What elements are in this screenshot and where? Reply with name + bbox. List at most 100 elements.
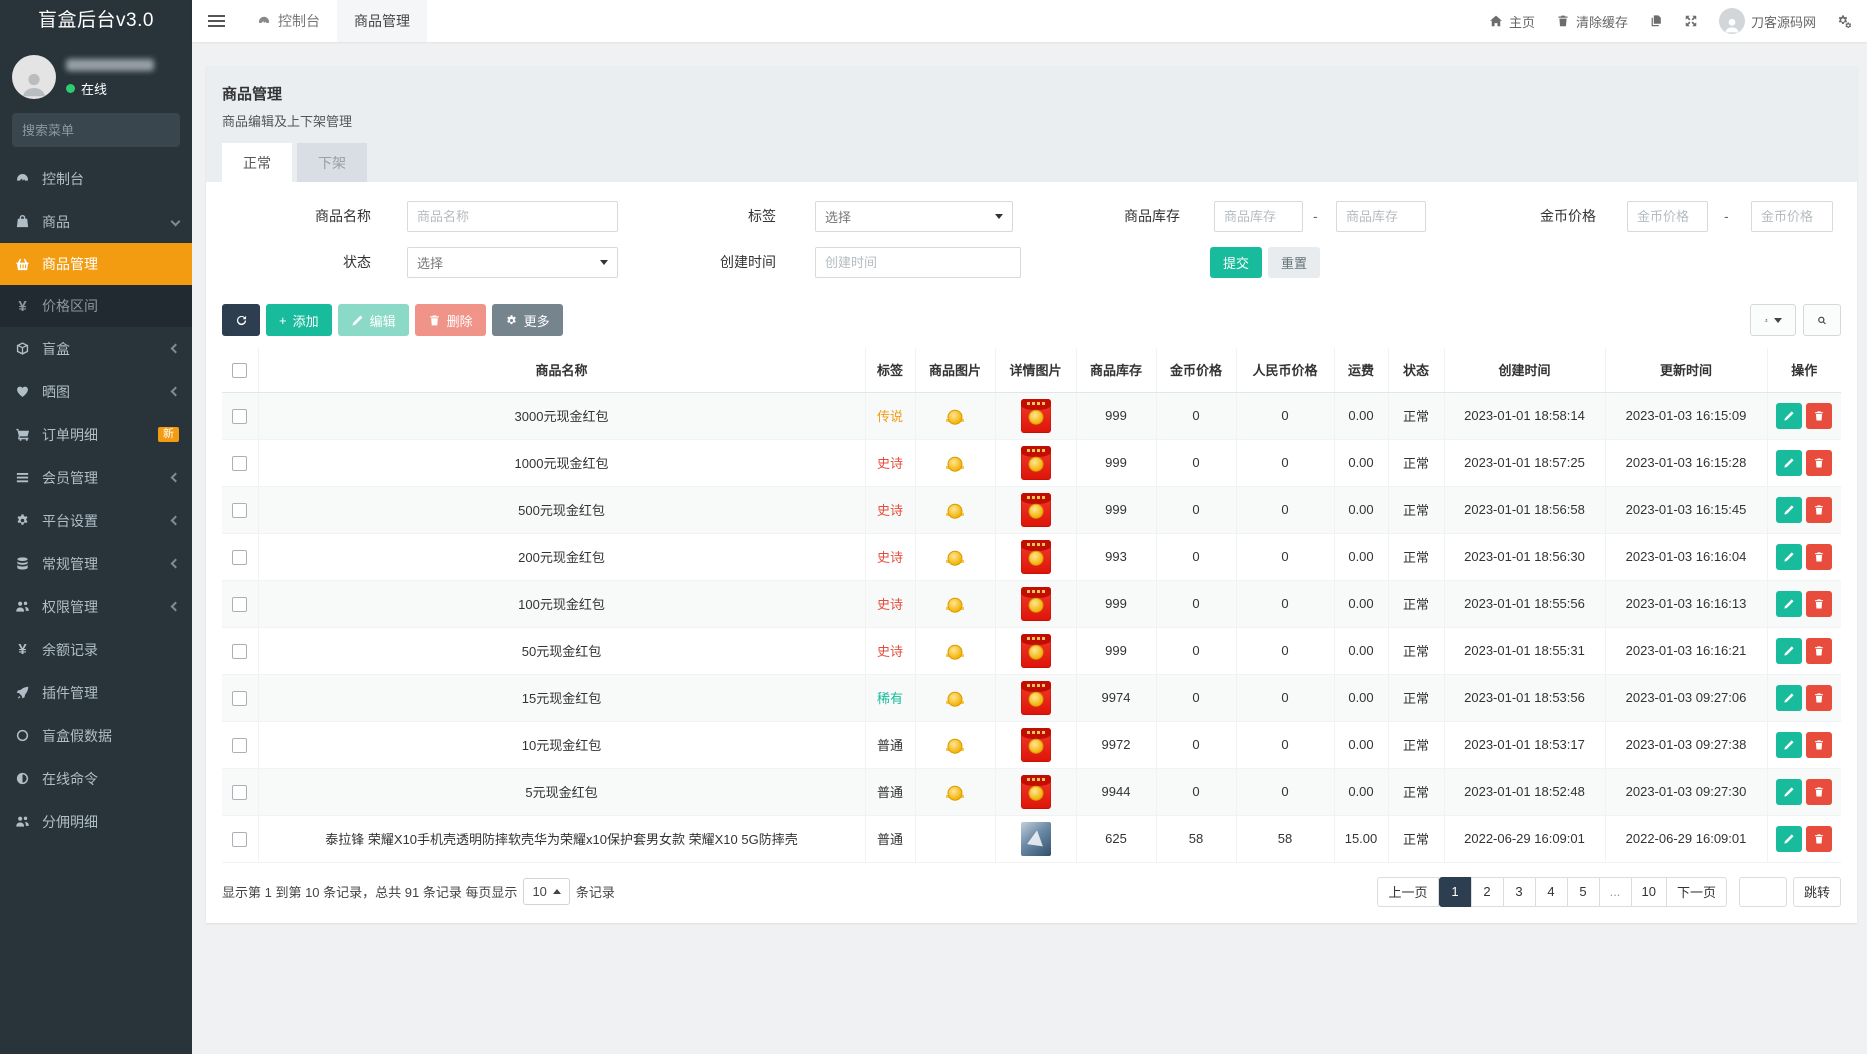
stock-min-input[interactable] bbox=[1214, 201, 1303, 232]
row-edit-button[interactable] bbox=[1776, 591, 1802, 617]
detail-image[interactable] bbox=[1021, 493, 1051, 527]
row-edit-button[interactable] bbox=[1776, 779, 1802, 805]
sidebar-item[interactable]: 权限管理 bbox=[0, 585, 192, 628]
detail-image[interactable] bbox=[1021, 822, 1051, 856]
gold-min-input[interactable] bbox=[1627, 201, 1708, 232]
row-checkbox[interactable] bbox=[232, 503, 247, 518]
sidebar-item[interactable]: ¥余额记录 bbox=[0, 628, 192, 671]
row-checkbox[interactable] bbox=[232, 832, 247, 847]
row-delete-button[interactable] bbox=[1806, 544, 1832, 570]
reset-button[interactable]: 重置 bbox=[1268, 247, 1320, 278]
sidebar-subitem[interactable]: 商品管理 bbox=[0, 243, 192, 285]
sidebar-item[interactable]: 盲盒假数据 bbox=[0, 714, 192, 757]
sidebar-subitem[interactable]: ¥价格区间 bbox=[0, 285, 192, 327]
row-delete-button[interactable] bbox=[1806, 638, 1832, 664]
page-button[interactable]: 10 bbox=[1631, 877, 1667, 907]
row-edit-button[interactable] bbox=[1776, 826, 1802, 852]
sidebar-item[interactable]: 在线命令 bbox=[0, 757, 192, 800]
row-checkbox[interactable] bbox=[232, 456, 247, 471]
sidebar-item[interactable]: 分佣明细 bbox=[0, 800, 192, 843]
tag-filter-select[interactable]: 选择 bbox=[815, 201, 1013, 232]
page-button[interactable]: 5 bbox=[1567, 877, 1600, 907]
sidebar-item[interactable]: 盲盒 bbox=[0, 327, 192, 370]
fullscreen-link[interactable] bbox=[1684, 14, 1698, 28]
page-button[interactable]: 4 bbox=[1535, 877, 1568, 907]
detail-image[interactable] bbox=[1021, 587, 1051, 621]
detail-image[interactable] bbox=[1021, 634, 1051, 668]
export-button[interactable] bbox=[1750, 304, 1796, 336]
tab-normal[interactable]: 正常 bbox=[222, 143, 292, 182]
copy-page-link[interactable] bbox=[1649, 14, 1663, 28]
home-link[interactable]: 主页 bbox=[1489, 12, 1535, 31]
status-filter-select[interactable]: 选择 bbox=[407, 247, 618, 278]
sidebar-search-input[interactable] bbox=[12, 123, 192, 138]
gold-price: 0 bbox=[1156, 580, 1236, 627]
row-delete-button[interactable] bbox=[1806, 685, 1832, 711]
row-delete-button[interactable] bbox=[1806, 826, 1832, 852]
sidebar-item[interactable]: 商品 bbox=[0, 200, 192, 243]
row-edit-button[interactable] bbox=[1776, 685, 1802, 711]
detail-image[interactable] bbox=[1021, 728, 1051, 762]
row-edit-button[interactable] bbox=[1776, 732, 1802, 758]
row-edit-button[interactable] bbox=[1776, 403, 1802, 429]
row-edit-button[interactable] bbox=[1776, 450, 1802, 476]
row-edit-button[interactable] bbox=[1776, 638, 1802, 664]
jump-button[interactable]: 跳转 bbox=[1793, 877, 1841, 907]
page-button[interactable]: 2 bbox=[1471, 877, 1504, 907]
row-checkbox[interactable] bbox=[232, 550, 247, 565]
jump-page-input[interactable] bbox=[1739, 877, 1787, 907]
detail-image[interactable] bbox=[1021, 540, 1051, 574]
row-checkbox[interactable] bbox=[232, 644, 247, 659]
page-button[interactable]: 3 bbox=[1503, 877, 1536, 907]
nav-tab-product-management[interactable]: 商品管理 bbox=[337, 0, 427, 42]
gold-max-input[interactable] bbox=[1751, 201, 1833, 232]
clear-cache-link[interactable]: 清除缓存 bbox=[1556, 12, 1628, 31]
detail-image[interactable] bbox=[1021, 775, 1051, 809]
prev-page-button[interactable]: 上一页 bbox=[1377, 877, 1438, 907]
sidebar-item[interactable]: 控制台 bbox=[0, 157, 192, 200]
row-delete-button[interactable] bbox=[1806, 497, 1832, 523]
created-filter-input[interactable] bbox=[815, 247, 1021, 278]
select-all-checkbox[interactable] bbox=[232, 363, 247, 378]
submit-button[interactable]: 提交 bbox=[1210, 247, 1262, 278]
add-button[interactable]: +添加 bbox=[266, 304, 332, 336]
edit-button[interactable]: 编辑 bbox=[338, 304, 409, 336]
next-page-button[interactable]: 下一页 bbox=[1666, 877, 1727, 907]
refresh-button[interactable] bbox=[222, 304, 260, 336]
product-tag: 史诗 bbox=[865, 627, 915, 674]
detail-image[interactable] bbox=[1021, 446, 1051, 480]
sidebar-item[interactable]: 插件管理 bbox=[0, 671, 192, 714]
sidebar-item[interactable]: 平台设置 bbox=[0, 499, 192, 542]
nav-tab-dashboard[interactable]: 控制台 bbox=[240, 0, 337, 42]
row-checkbox[interactable] bbox=[232, 691, 247, 706]
column-search-button[interactable] bbox=[1803, 304, 1841, 336]
row-edit-button[interactable] bbox=[1776, 544, 1802, 570]
row-delete-button[interactable] bbox=[1806, 779, 1832, 805]
row-delete-button[interactable] bbox=[1806, 403, 1832, 429]
detail-image[interactable] bbox=[1021, 681, 1051, 715]
name-filter-input[interactable] bbox=[407, 201, 618, 232]
row-delete-button[interactable] bbox=[1806, 591, 1832, 617]
row-checkbox[interactable] bbox=[232, 597, 247, 612]
user-menu[interactable]: 刀客源码网 bbox=[1719, 8, 1816, 34]
row-delete-button[interactable] bbox=[1806, 450, 1832, 476]
tab-offshelf[interactable]: 下架 bbox=[297, 143, 367, 182]
page-button[interactable]: 1 bbox=[1439, 877, 1472, 907]
delete-button[interactable]: 删除 bbox=[415, 304, 486, 336]
sidebar-item[interactable]: 订单明细新 bbox=[0, 413, 192, 456]
row-checkbox[interactable] bbox=[232, 785, 247, 800]
sidebar-item[interactable]: 常规管理 bbox=[0, 542, 192, 585]
sidebar-item[interactable]: 会员管理 bbox=[0, 456, 192, 499]
rmb-price: 58 bbox=[1236, 815, 1334, 862]
detail-image[interactable] bbox=[1021, 399, 1051, 433]
page-size-dropdown[interactable]: 10 bbox=[523, 878, 569, 905]
settings-link[interactable] bbox=[1837, 14, 1851, 28]
row-edit-button[interactable] bbox=[1776, 497, 1802, 523]
row-checkbox[interactable] bbox=[232, 409, 247, 424]
sidebar-item[interactable]: 晒图 bbox=[0, 370, 192, 413]
more-button[interactable]: 更多 bbox=[492, 304, 563, 336]
sidebar-toggle-icon[interactable] bbox=[192, 0, 240, 42]
stock-max-input[interactable] bbox=[1336, 201, 1426, 232]
row-checkbox[interactable] bbox=[232, 738, 247, 753]
row-delete-button[interactable] bbox=[1806, 732, 1832, 758]
